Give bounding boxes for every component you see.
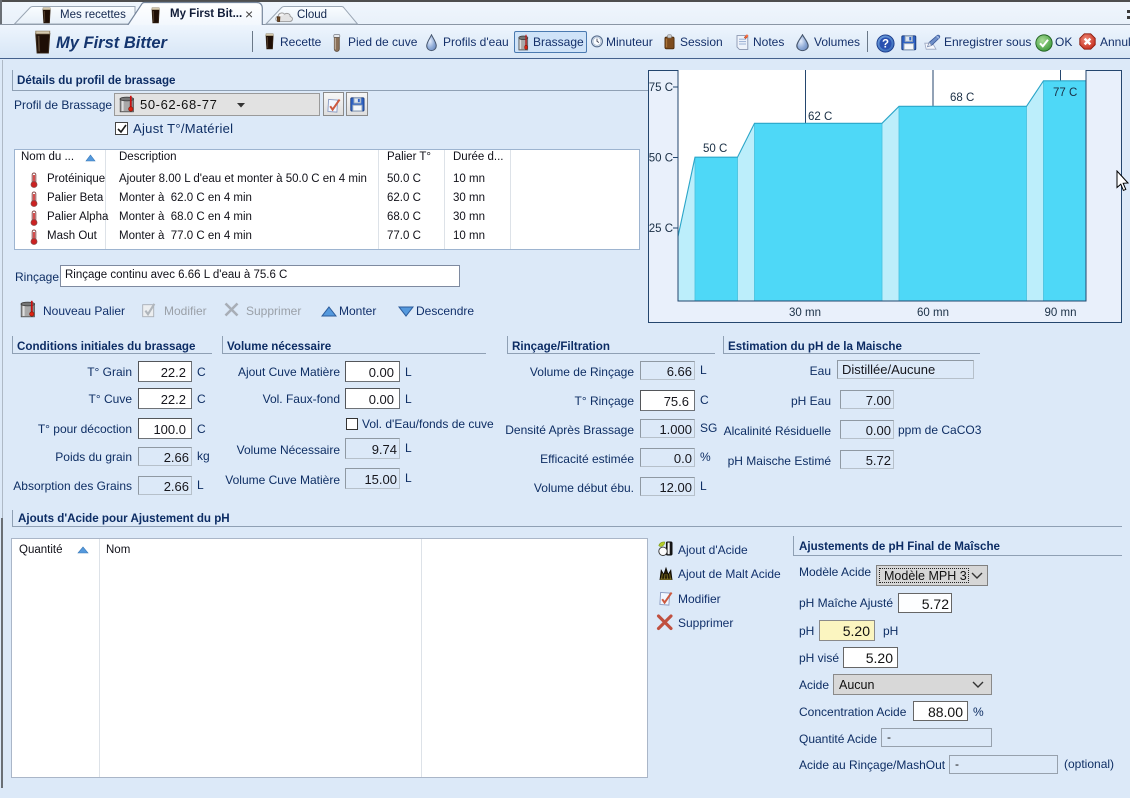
svg-text:60 mn: 60 mn: [917, 307, 949, 319]
svg-text:50 C: 50 C: [649, 153, 673, 165]
svg-text:77 C: 77 C: [1053, 87, 1077, 99]
svg-text:50 C: 50 C: [703, 143, 727, 155]
svg-text:62 C: 62 C: [808, 111, 832, 123]
svg-text:25 C: 25 C: [649, 223, 673, 235]
svg-text:30 mn: 30 mn: [789, 307, 821, 319]
svg-text:?: ?: [882, 39, 889, 51]
svg-text:75 C: 75 C: [649, 82, 673, 94]
svg-text:90 mn: 90 mn: [1045, 307, 1077, 319]
svg-text:68 C: 68 C: [950, 92, 974, 104]
